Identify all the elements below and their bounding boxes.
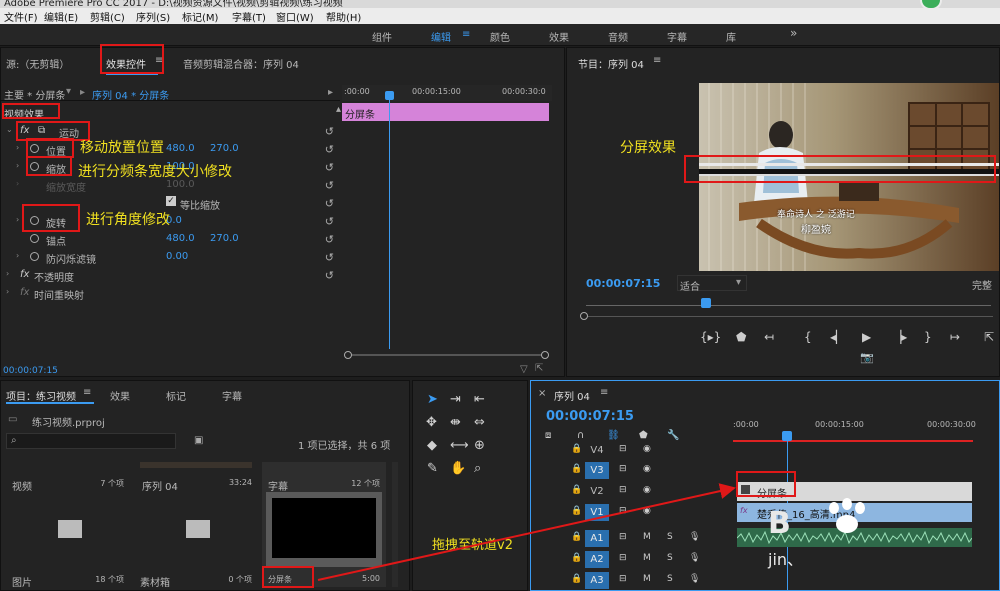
watermark-text: jin、 [768, 550, 804, 569]
watermark-letter: B [768, 506, 791, 541]
watermark: B jin、 [766, 498, 876, 578]
paw-icon [829, 498, 865, 533]
